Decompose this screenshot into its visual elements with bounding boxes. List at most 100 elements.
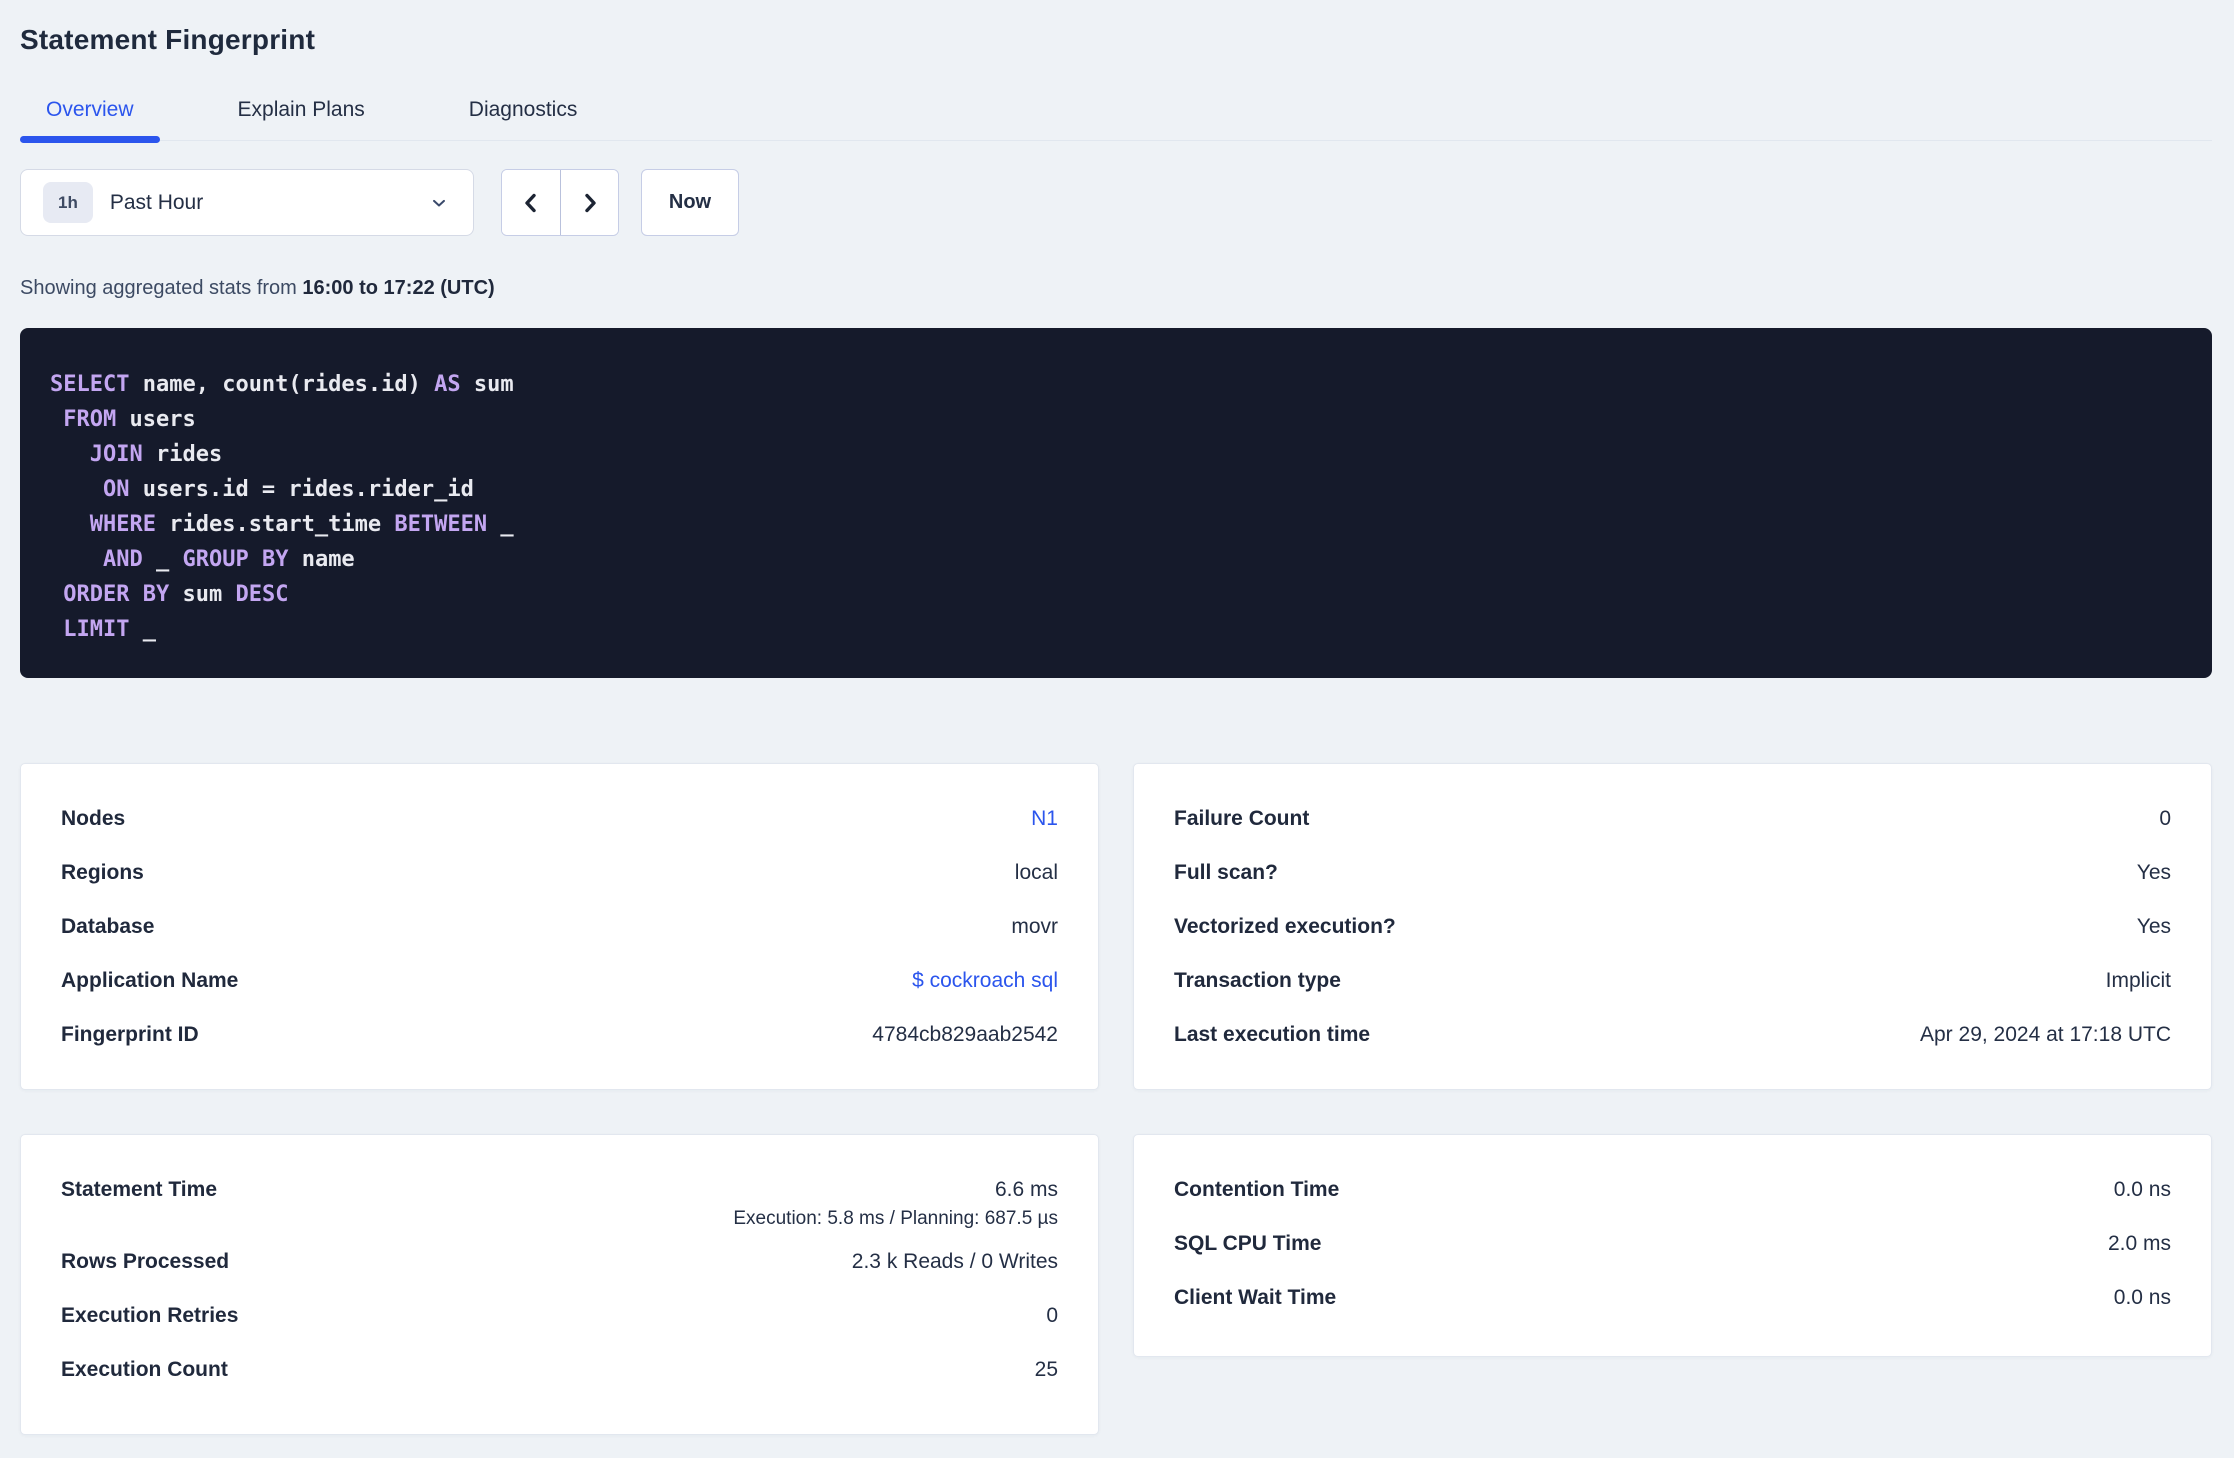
execution-stats-panel: Statement Time 6.6 ms Execution: 5.8 ms / …: [20, 1134, 1099, 1435]
execution-attributes-panel: Failure Count 0 Full scan? Yes Vectorized ex…: [1133, 763, 2212, 1090]
row-value-link[interactable]: $ cockroach sql: [912, 969, 1058, 993]
sql-line: JOIN rides: [50, 437, 2182, 472]
row-value: 0: [1046, 1304, 1058, 1327]
time-toolbar: 1h Past Hour Now: [20, 169, 2212, 236]
sql-text: users: [116, 407, 196, 432]
sql-keyword: FROM: [63, 407, 117, 432]
aggregated-stats-prefix: Showing aggregated stats from: [20, 277, 303, 299]
row-label: Failure Count: [1174, 807, 1310, 830]
next-range-button[interactable]: [560, 170, 618, 235]
row-value: Implicit: [2105, 969, 2171, 992]
sql-keyword: ON: [102, 477, 130, 502]
row-label: Transaction type: [1174, 969, 1341, 992]
row-value: 6.6 ms: [994, 1178, 1058, 1201]
summary-row: Failure Count 0: [1174, 792, 2171, 846]
row-value: movr: [1011, 915, 1058, 938]
summary-row: Client Wait Time 0.0 ns: [1174, 1271, 2171, 1325]
row-value: 2.3 k Reads / 0 Writes: [851, 1250, 1058, 1273]
sql-keyword: WHERE: [89, 512, 156, 537]
row-value: 0.0 ns: [2113, 1286, 2171, 1309]
sql-keyword: AS: [434, 372, 461, 397]
summary-row: Application Name $ cockroach sql: [61, 954, 1058, 1008]
summary-row: Transaction type Implicit: [1174, 954, 2171, 1008]
sql-keyword: LIMIT: [63, 617, 130, 642]
row-label: Execution Count: [61, 1358, 228, 1381]
tab-explain-plans[interactable]: Explain Plans: [212, 90, 391, 140]
summary-row: Regions local: [61, 846, 1058, 900]
sql-keyword: DESC: [235, 582, 289, 607]
sql-keyword: JOIN: [89, 442, 143, 467]
tab-bar: Overview Explain Plans Diagnostics: [20, 90, 2212, 143]
row-label: Vectorized execution?: [1174, 915, 1396, 938]
tab-diagnostics[interactable]: Diagnostics: [443, 90, 604, 140]
sql-text: rides.start_time: [155, 512, 395, 537]
summary-row: Full scan? Yes: [1174, 846, 2171, 900]
row-label: Fingerprint ID: [61, 1023, 199, 1046]
row-label: Contention Time: [1174, 1178, 1340, 1201]
row-label: Last execution time: [1174, 1023, 1371, 1046]
sql-line: ON users.id = rides.rider_id: [50, 472, 2182, 507]
summary-row: Contention Time 0.0 ns: [1174, 1163, 2171, 1217]
time-range-label: Past Hour: [109, 190, 204, 214]
sql-line: LIMIT _: [50, 612, 2182, 647]
now-button[interactable]: Now: [641, 169, 739, 236]
row-label: Database: [61, 915, 155, 938]
row-label: Execution Retries: [61, 1304, 239, 1327]
summary-row: Statement Time 6.6 ms Execution: 5.8 ms / …: [61, 1163, 1058, 1235]
sql-line: WHERE rides.start_time BETWEEN _: [50, 507, 2182, 542]
row-value: 0: [2159, 807, 2171, 830]
row-value: Yes: [2136, 915, 2171, 938]
sql-line: FROM users: [50, 402, 2182, 437]
sql-text: name: [288, 547, 355, 572]
sql-text: sum: [169, 582, 236, 607]
sql-statement-box: SELECT name, count(rides.id) AS sum FROM…: [20, 328, 2212, 678]
statement-details-panel: Nodes N1 Regions local Database movr Applicati…: [20, 763, 1099, 1090]
summary-row: Rows Processed 2.3 k Reads / 0 Writes: [61, 1235, 1058, 1289]
row-value: Yes: [2136, 861, 2171, 884]
summary-row: Vectorized execution? Yes: [1174, 900, 2171, 954]
row-value: local: [1014, 861, 1058, 884]
row-label: Application Name: [61, 969, 239, 992]
row-label: Regions: [61, 861, 144, 884]
row-label: SQL CPU Time: [1174, 1232, 1322, 1255]
row-subvalue: Execution: 5.8 ms / Planning: 687.5 µs: [733, 1208, 1058, 1229]
sql-keyword: SELECT: [50, 372, 130, 397]
sql-text: _: [487, 512, 514, 537]
wait-times-panel: Contention Time 0.0 ns SQL CPU Time 2.0 ms C…: [1133, 1134, 2212, 1357]
time-nav-group: [501, 169, 619, 236]
aggregated-stats-range: 16:00 to 17:22 (UTC): [302, 277, 495, 299]
sql-line: AND _ GROUP BY name: [50, 542, 2182, 577]
row-label: Rows Processed: [61, 1250, 230, 1273]
chevron-down-icon: [429, 193, 449, 213]
sql-text: _: [129, 617, 156, 642]
summary-row: Fingerprint ID 4784cb829aab2542: [61, 1008, 1058, 1062]
chevron-left-icon: [519, 191, 543, 215]
sql-line: ORDER BY sum DESC: [50, 577, 2182, 612]
summary-row: Execution Count 25: [61, 1343, 1058, 1397]
summary-row: Nodes N1: [61, 792, 1058, 846]
sql-line: SELECT name, count(rides.id) AS sum: [50, 367, 2182, 402]
sql-keyword: AND: [102, 547, 143, 572]
row-value: 0.0 ns: [2113, 1178, 2171, 1201]
time-range-picker[interactable]: 1h Past Hour: [20, 169, 474, 236]
summary-row: Execution Retries 0: [61, 1289, 1058, 1343]
sql-keyword: GROUP BY: [182, 547, 289, 572]
row-value: 4784cb829aab2542: [872, 1023, 1058, 1046]
page-title: Statement Fingerprint: [20, 24, 316, 55]
tab-overview[interactable]: Overview: [20, 90, 160, 143]
prev-range-button[interactable]: [502, 170, 560, 235]
row-value-link[interactable]: N1: [1031, 807, 1058, 831]
chevron-right-icon: [578, 191, 602, 215]
summary-panels: Nodes N1 Regions local Database movr Applicati…: [20, 763, 2212, 1435]
row-value: 2.0 ms: [2107, 1232, 2171, 1255]
summary-row: Last execution time Apr 29, 2024 at 17:18…: [1174, 1008, 2171, 1062]
row-label: Nodes: [61, 807, 126, 830]
sql-keyword: BETWEEN: [394, 512, 488, 537]
summary-row: SQL CPU Time 2.0 ms: [1174, 1217, 2171, 1271]
